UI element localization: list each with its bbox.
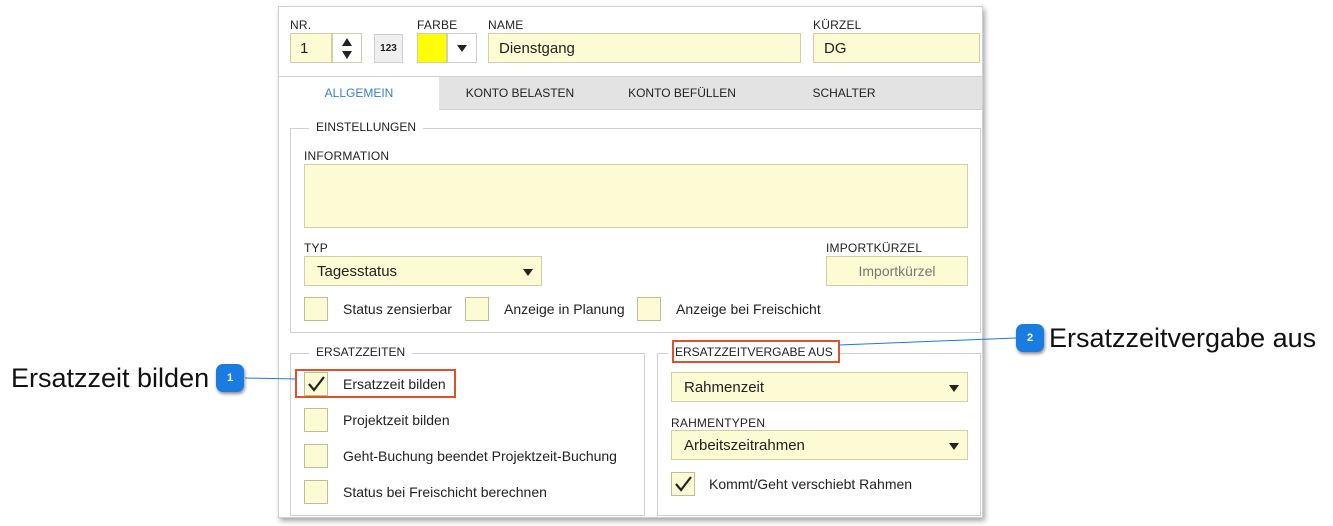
- callout-1-text: Ersatzzeit bilden: [11, 363, 210, 393]
- callout-line-1: [244, 377, 297, 380]
- callout-2-badge: 2: [1016, 324, 1044, 352]
- callout-line-2: [838, 337, 1017, 346]
- callout-1-badge: 1: [216, 364, 244, 392]
- callout-lines: [244, 337, 1017, 380]
- callout-2-text: Ersatzzeitvergabe aus: [1049, 323, 1317, 353]
